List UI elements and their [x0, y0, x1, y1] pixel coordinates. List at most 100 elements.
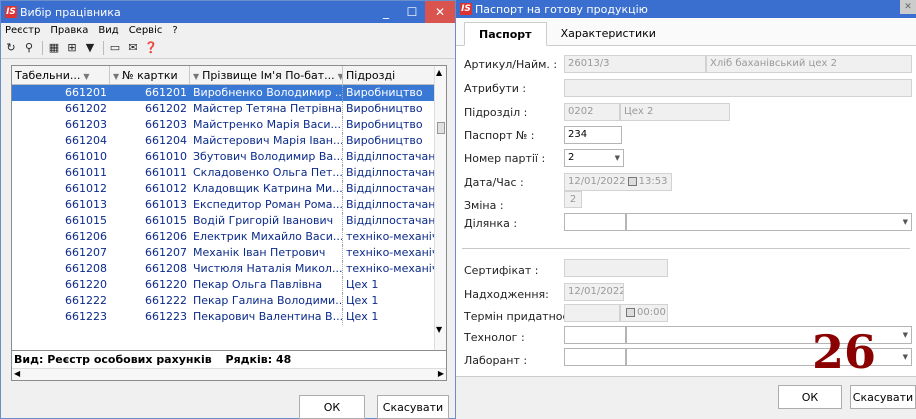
toolbar: ↻ ⚲ ▦ ⊞ ▼ ▭ ✉ ❓ — [1, 37, 455, 59]
right-window-title: Паспорт на готову продукцію — [475, 2, 648, 16]
chevron-down-icon[interactable]: ▼ — [615, 150, 620, 166]
table-row[interactable]: 661207 661207 Механік Іван Петрович техніко… — [12, 245, 446, 261]
technologist-code-input[interactable] — [564, 326, 626, 344]
passport-no-input[interactable]: 234 — [564, 126, 622, 144]
maximize-icon[interactable]: ☐ — [399, 1, 425, 23]
shelf-life-field — [564, 304, 620, 322]
tab-characteristics[interactable]: Характеристики — [547, 21, 670, 45]
card-number-cell: 661206 — [145, 230, 187, 243]
document-icon[interactable]: ▭ — [107, 40, 123, 56]
refresh-icon[interactable]: ↻ — [3, 40, 19, 56]
employee-table: Табельни... ▼ ▼ № картки ▼ Прізвище Ім'я По… — [11, 65, 447, 351]
table-row[interactable]: 661208 661208 Чистюля Наталія Микол... техн… — [12, 261, 446, 277]
cancel-button[interactable]: Скасувати — [850, 385, 916, 409]
table-row[interactable]: 661012 661012 Кладовщик Катрина Ми... Відді… — [12, 181, 446, 197]
table-row[interactable]: 661015 661015 Водій Григорій Іванович Відді… — [12, 213, 446, 229]
division-cell: Відділпостачання і — [346, 198, 438, 211]
table-row[interactable]: 661206 661206 Електрик Михайло Васи... техн… — [12, 229, 446, 245]
close-icon[interactable]: ✕ — [425, 1, 455, 23]
section-divider — [462, 248, 910, 249]
tree-view-icon[interactable]: ⊞ — [64, 40, 80, 56]
division-cell: Відділпостачання і — [346, 214, 438, 227]
lab-code-input[interactable] — [564, 348, 626, 366]
employee-picker-window: IS Вибір працівника _ ☐ ✕ Реєстр Правка … — [0, 0, 456, 419]
batch-no-select[interactable]: 2 ▼ — [564, 149, 624, 167]
search-icon[interactable]: ⚲ — [21, 40, 37, 56]
chevron-down-icon[interactable]: ▼ — [903, 214, 908, 230]
table-row[interactable]: 661202 661202 Майстер Тетяна Петрівна Вироб… — [12, 101, 446, 117]
section-name-select[interactable]: ▼ — [626, 213, 912, 231]
table-row[interactable]: 661201 661201 Виробненко Володимир ... Виро… — [12, 85, 446, 101]
attributes-field — [564, 79, 912, 97]
table-row[interactable]: 661223 661223 Пекарович Валентина В... Цех … — [12, 309, 446, 325]
table-row[interactable]: 661220 661220 Пекар Ольга Павлівна Цех 1 — [12, 277, 446, 293]
scroll-up-icon[interactable]: ▲ — [436, 68, 442, 77]
app-logo-icon: IS — [5, 6, 17, 18]
table-row[interactable]: 661203 661203 Майстренко Марія Васи... Виро… — [12, 117, 446, 133]
full-name-cell: Пекарович Валентина В... — [190, 309, 343, 325]
table-row[interactable]: 661204 661204 Майстерович Марія Іван... Вир… — [12, 133, 446, 149]
chevron-down-icon[interactable]: ▼ — [903, 327, 908, 343]
table-row[interactable]: 661222 661222 Пекар Галина Володими... Цех … — [12, 293, 446, 309]
grid-view-icon[interactable]: ▦ — [46, 40, 62, 56]
column-header-full-name[interactable]: ▼Прізвище Ім'я По-бат...▼ — [190, 66, 343, 84]
table-footer: Вид: Реєстр особових рахунків Рядків: 48… — [11, 351, 447, 381]
chevron-down-icon[interactable]: ▼ — [903, 349, 908, 365]
vertical-scrollbar[interactable]: ▲ ▼ — [434, 66, 446, 350]
division-code-field: 0202 — [564, 103, 620, 121]
help-icon[interactable]: ❓ — [143, 40, 159, 56]
ok-button[interactable]: ОК — [778, 385, 842, 409]
close-icon[interactable]: ✕ — [900, 0, 916, 14]
column-header-tab-number[interactable]: Табельни... ▼ — [12, 66, 110, 84]
tab-number-cell: 661201 — [12, 85, 110, 101]
menu-bar: Реєстр Правка Вид Сервіс ? — [1, 23, 455, 37]
section-label: Ділянка : — [464, 217, 518, 230]
tab-passport[interactable]: Паспорт — [464, 22, 547, 46]
menu-service[interactable]: Сервіс — [129, 25, 163, 36]
mail-icon[interactable]: ✉ — [125, 40, 141, 56]
card-number-cell: 661015 — [145, 214, 187, 227]
calendar-icon[interactable] — [626, 307, 635, 317]
certificate-field — [564, 259, 668, 277]
menu-help[interactable]: ? — [172, 25, 177, 36]
division-cell: Відділпостачання і — [346, 150, 438, 163]
card-number-cell: 661208 — [145, 262, 187, 275]
table-row[interactable]: 661013 661013 Експедитор Роман Рома... Відд… — [12, 197, 446, 213]
ok-button[interactable]: ОК — [299, 395, 365, 419]
tab-number-cell: 661202 — [65, 102, 107, 115]
table-body: 661201 661201 Виробненко Володимир ... Виро… — [12, 85, 446, 325]
toolbar-separator — [42, 40, 43, 55]
cancel-button[interactable]: Скасувати — [377, 395, 449, 419]
section-code-input[interactable] — [564, 213, 626, 231]
card-number-cell: 661203 — [145, 118, 187, 131]
full-name-cell: Експедитор Роман Рома... — [190, 197, 343, 213]
shift-label: Зміна : — [464, 199, 504, 212]
full-name-cell: Пекар Галина Володими... — [190, 293, 343, 309]
scroll-thumb[interactable] — [437, 122, 445, 134]
certificate-label: Сертифікат : — [464, 264, 539, 277]
column-header-division[interactable]: Підрозді — [343, 66, 438, 84]
calendar-icon[interactable] — [627, 176, 637, 186]
minimize-icon[interactable]: _ — [373, 1, 399, 23]
column-header-card-number[interactable]: ▼ № картки — [110, 66, 190, 84]
scroll-down-icon[interactable]: ▼ — [436, 325, 442, 334]
menu-edit[interactable]: Правка — [50, 25, 88, 36]
tab-number-cell: 661010 — [65, 150, 107, 163]
scroll-left-icon[interactable]: ◀ — [14, 369, 20, 378]
card-number-cell: 661220 — [145, 278, 187, 291]
shelf-life-label: Термін придатност — [464, 310, 575, 323]
table-row[interactable]: 661010 661010 Збутович Володимир Ва... Відд… — [12, 149, 446, 165]
filter-icon[interactable]: ▼ — [82, 40, 98, 56]
menu-registry[interactable]: Реєстр — [5, 25, 40, 36]
full-name-cell: Майстерович Марія Іван... — [190, 133, 343, 149]
division-cell: Цех 1 — [346, 278, 379, 291]
full-name-cell: Кладовщик Катрина Ми... — [190, 181, 343, 197]
tab-number-cell: 661222 — [65, 294, 107, 307]
menu-view[interactable]: Вид — [98, 25, 118, 36]
horizontal-scrollbar[interactable]: ◀ ▶ — [12, 368, 446, 380]
table-row[interactable]: 661011 661011 Складовенко Ольга Пет... Відд… — [12, 165, 446, 181]
receipt-date-value: 12/01/2022 — [568, 286, 624, 297]
shelf-time-field: 00:00 — [620, 304, 668, 322]
scroll-right-icon[interactable]: ▶ — [438, 369, 444, 378]
division-cell: Виробництво — [346, 118, 423, 131]
